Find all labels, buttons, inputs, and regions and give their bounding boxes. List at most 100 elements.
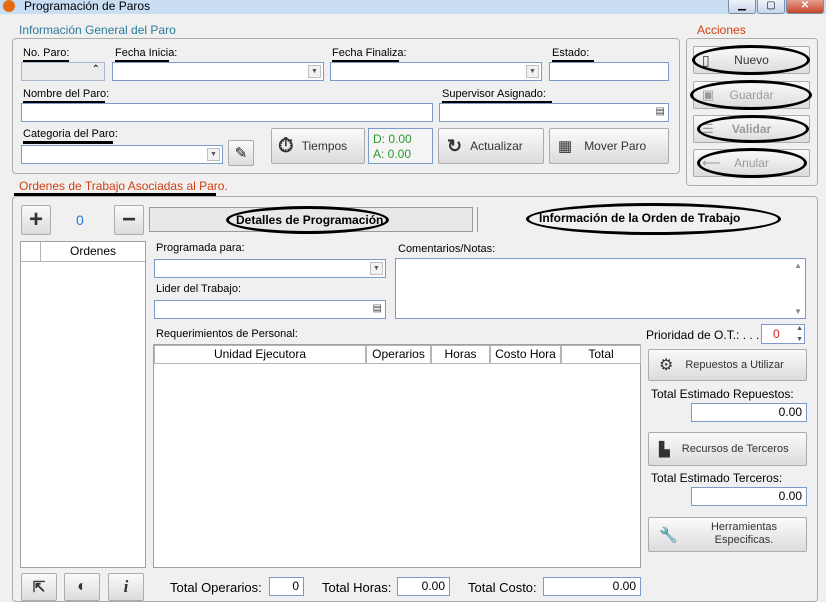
- total-terceros-field[interactable]: 0.00: [691, 487, 807, 506]
- close-button[interactable]: ✕: [786, 0, 824, 14]
- comentarios-textarea[interactable]: ▲ ▼: [395, 258, 806, 319]
- fecha-inicia-label: Fecha Inicia:: [115, 47, 177, 63]
- chevron-down-icon[interactable]: ▼: [308, 65, 321, 78]
- no-paro-label: No. Paro:: [23, 47, 69, 63]
- repuestos-button[interactable]: ⚙ Repuestos a Utilizar: [648, 349, 807, 381]
- ordenes-legend-underline: [14, 193, 216, 196]
- scroll-down-icon[interactable]: ▼: [794, 307, 802, 316]
- list-corner-cell: [21, 242, 41, 262]
- edit-categoria-button[interactable]: ✎: [228, 140, 254, 166]
- list-icon[interactable]: ▤: [373, 303, 382, 314]
- estado-field[interactable]: [549, 62, 669, 81]
- app-gear-icon: [3, 0, 15, 12]
- pencil-icon: ✎: [234, 145, 248, 162]
- anular-annotation-oval: [697, 148, 807, 178]
- list-icon[interactable]: ▤: [656, 106, 665, 117]
- scroll-up-icon[interactable]: ▲: [794, 261, 802, 270]
- nombre-paro-label: Nombre del Paro:: [23, 88, 109, 104]
- supervisor-field[interactable]: ▤: [439, 103, 669, 122]
- gear-icon: ⚙: [659, 357, 674, 374]
- window-title: Programación de Paros: [24, 0, 151, 13]
- chevron-down-icon[interactable]: ▼: [526, 65, 539, 78]
- maximize-button[interactable]: ▢: [757, 0, 785, 14]
- total-costo-field[interactable]: 0.00: [543, 577, 641, 596]
- total-operarios-label: Total Operarios:: [170, 580, 262, 595]
- export-button[interactable]: ⇱: [21, 573, 57, 601]
- total-terceros-label: Total Estimado Terceros:: [651, 471, 783, 485]
- categoria-field[interactable]: ▼: [21, 145, 223, 164]
- recursos-terceros-label: Recursos de Terceros: [681, 443, 789, 455]
- minus-icon: −: [121, 206, 136, 233]
- contrast-icon: ◐: [77, 578, 87, 595]
- fecha-finaliza-field[interactable]: ▼: [330, 62, 542, 81]
- prioridad-label: Prioridad de O.T.: . . . .: [646, 328, 767, 342]
- tiempos-summary: D: 0.00 A: 0.00: [368, 128, 433, 164]
- guardar-annotation-oval: [690, 80, 812, 110]
- recursos-terceros-button[interactable]: ▙ Recursos de Terceros: [648, 432, 807, 466]
- factory-icon: ▙: [659, 440, 670, 457]
- repuestos-label: Repuestos a Utilizar: [685, 359, 784, 371]
- mover-paro-button[interactable]: ▦ Mover Paro: [549, 128, 669, 164]
- validar-annotation-oval: [697, 115, 809, 143]
- a-value: A: 0.00: [373, 147, 412, 161]
- plus-icon: +: [28, 206, 43, 233]
- col-costo-hora[interactable]: Costo Hora: [490, 345, 561, 364]
- actualizar-button[interactable]: ↻ Actualizar: [438, 128, 544, 164]
- total-horas-field[interactable]: 0.00: [397, 577, 450, 596]
- d-value: D: 0.00: [373, 132, 412, 146]
- actualizar-label: Actualizar: [470, 139, 523, 153]
- prioridad-value: 0: [773, 327, 780, 341]
- requerimientos-label: Requerimientos de Personal:: [156, 328, 298, 340]
- col-unidad[interactable]: Unidad Ejecutora: [154, 345, 366, 364]
- ordenes-column-header[interactable]: Ordenes: [41, 242, 145, 262]
- minimize-button[interactable]: ▁: [728, 0, 756, 14]
- personal-table[interactable]: Unidad Ejecutora Operarios Horas Costo H…: [153, 344, 641, 568]
- wrench-icon: 🔧: [659, 527, 678, 544]
- info-ot-annotation-oval: [526, 203, 781, 235]
- total-operarios-field[interactable]: 0: [269, 577, 304, 596]
- tiempos-label: Tiempos: [301, 139, 348, 153]
- programada-field[interactable]: ▼: [154, 259, 386, 278]
- herramientas-label: Herramientas Especificas.: [689, 521, 799, 547]
- col-operarios[interactable]: Operarios: [366, 345, 431, 364]
- acciones-legend: Acciones: [694, 23, 749, 37]
- total-repuestos-label: Total Estimado Repuestos:: [651, 387, 794, 401]
- nuevo-annotation-oval: [692, 45, 810, 75]
- nombre-paro-field[interactable]: [21, 103, 433, 122]
- remove-orden-button[interactable]: −: [114, 205, 144, 235]
- info-button[interactable]: i: [108, 573, 144, 601]
- timer-icon: ⏱: [278, 134, 294, 157]
- total-costo-label: Total Costo:: [468, 580, 537, 595]
- estado-label: Estado:: [552, 47, 594, 63]
- mover-paro-label: Mover Paro: [584, 139, 647, 153]
- add-orden-button[interactable]: +: [21, 205, 51, 235]
- lider-label: Lider del Trabajo:: [156, 283, 241, 295]
- fecha-finaliza-label: Fecha Finaliza:: [332, 47, 407, 63]
- col-total[interactable]: Total: [561, 345, 641, 364]
- spin-down-icon[interactable]: ▼: [796, 336, 803, 343]
- supervisor-label: Supervisor Asignado:: [442, 88, 552, 104]
- ordenes-list[interactable]: Ordenes: [20, 241, 146, 568]
- contrast-button[interactable]: ◐: [64, 573, 100, 601]
- ordenes-count: 0: [76, 212, 84, 228]
- info-icon: i: [123, 577, 129, 596]
- total-horas-label: Total Horas:: [322, 580, 392, 595]
- general-info-legend: Información General del Paro: [16, 23, 179, 37]
- prioridad-spinner[interactable]: 0 ▲ ▼: [761, 324, 805, 344]
- herramientas-label-line2: Especificas.: [714, 534, 774, 546]
- ordenes-legend: Ordenes de Trabajo Asociadas al Paro.: [16, 179, 231, 193]
- herramientas-button[interactable]: 🔧 Herramientas Especificas.: [648, 517, 807, 552]
- fecha-inicia-field[interactable]: ▼: [112, 62, 324, 81]
- total-repuestos-field[interactable]: 0.00: [691, 403, 807, 422]
- col-horas[interactable]: Horas: [431, 345, 490, 364]
- chevron-up-icon[interactable]: ⌃: [92, 64, 100, 75]
- chevron-down-icon[interactable]: ▼: [207, 148, 220, 161]
- no-paro-field[interactable]: ⌃: [21, 62, 105, 81]
- spin-up-icon[interactable]: ▲: [796, 325, 803, 332]
- chevron-down-icon[interactable]: ▼: [370, 262, 383, 275]
- comentarios-label: Comentarios/Notas:: [398, 243, 496, 255]
- external-link-icon: ⇱: [32, 579, 46, 596]
- detalles-annotation-oval: [226, 206, 389, 234]
- tiempos-button[interactable]: ⏱ Tiempos: [271, 128, 365, 164]
- lider-field[interactable]: ▤: [154, 300, 386, 319]
